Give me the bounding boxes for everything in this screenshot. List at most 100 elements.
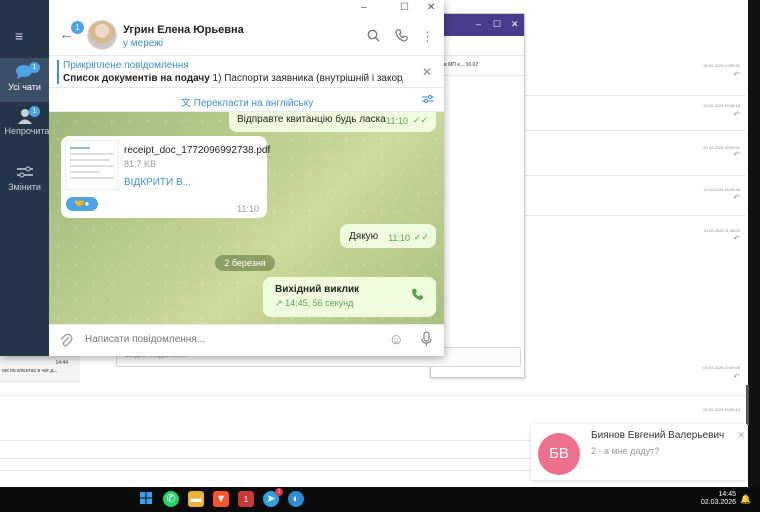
close-icon[interactable]: ✕ [511, 19, 519, 30]
secondary-window-titlebar[interactable]: – ☐ ✕ [431, 14, 524, 36]
chat-header: – ☐ ✕ ← 1 Угрин Елена Юрьевна у мережі ⋮ [49, 0, 444, 56]
call-details: ↗ 14:45, 56 секунд [275, 298, 353, 309]
call-title: Вихідний виклик [275, 284, 360, 295]
clock[interactable]: 14:45 02.03.2026 [700, 491, 736, 507]
windows-start-icon[interactable] [138, 491, 154, 507]
bg-timestamp: 11.02.2026 11:48:02 [703, 228, 740, 233]
pinned-text-rest: 1) Паспорти заявника (внутрішній і закор… [209, 73, 403, 84]
translate-button[interactable]: 文 Перекласти на англійську [181, 94, 313, 109]
outgoing-message[interactable]: Дякую 11:10 ✓✓ [340, 224, 436, 248]
date-separator: 2 березня [215, 255, 275, 271]
pinned-text: Список документів на подачу 1) Паспорти … [63, 73, 403, 84]
read-ticks-icon: ✓✓ [413, 232, 429, 242]
file-thumbnail[interactable] [65, 140, 119, 190]
minimize-icon[interactable]: – [476, 19, 481, 29]
reply-icon[interactable]: ↶ [733, 110, 740, 119]
telegram-badge: 1 [275, 488, 283, 496]
reply-icon[interactable]: ↶ [733, 372, 740, 381]
menu-icon[interactable]: ≡ [15, 28, 31, 44]
composer: ☺ [49, 324, 444, 356]
incoming-file-message[interactable]: receipt_doc_1772096992738.pdf 81.7 KB ВІ… [61, 136, 270, 218]
bg-chat-list-item[interactable]: 14:44 оні по клієнтах в чат д... [0, 356, 80, 382]
telegram-chat: – ☐ ✕ ← 1 Угрин Елена Юрьевна у мережі ⋮… [49, 0, 444, 356]
sidebar-item-edit[interactable]: Змінити [0, 158, 49, 202]
message-text: Відправте квитанцію будь ласка [237, 114, 386, 125]
maximize-icon[interactable]: ☐ [400, 2, 409, 13]
secondary-tab[interactable]: еху в МП е... 10.02 [431, 56, 524, 76]
sidebar-item-unread[interactable]: 1 Непрочитано [0, 102, 60, 146]
message-text: Дякую [349, 231, 379, 242]
contact-name[interactable]: Угрин Елена Юрьевна [123, 24, 244, 36]
message-time: 11:10 [388, 233, 410, 243]
secondary-toolbar: 29 [431, 36, 524, 56]
bg-scrollbar[interactable] [746, 385, 749, 425]
app-badge: 1 [243, 495, 249, 504]
avatar[interactable] [87, 20, 117, 50]
pinned-message[interactable]: Прикріплене повідомлення Список документ… [49, 56, 444, 88]
taskbar: ✆ ▬ ▼ 1 ➤ 1 ◐ 14:45 02.03.2026 🔔 [0, 487, 760, 512]
close-icon[interactable]: ✕ [422, 65, 432, 79]
open-file-link[interactable]: ВІДКРИТИ В... [124, 177, 191, 188]
notification-message: 2 - а мне дадут? [591, 446, 660, 456]
message-input[interactable] [85, 334, 375, 345]
message-time: 11:10 [386, 116, 408, 126]
more-icon[interactable]: ⋮ [421, 29, 434, 45]
sliders-icon [15, 164, 35, 180]
bg-timestamp: 09.02.2026 15:09:04 [703, 365, 740, 370]
notification-toast[interactable]: БВ Биянов Евгений Валерьевич 2 - а мне д… [531, 424, 747, 480]
translate-settings-icon[interactable] [422, 94, 434, 107]
translate-label: Перекласти на англійську [193, 98, 314, 109]
app-icon[interactable]: 1 [238, 491, 254, 507]
notification-sender: Биянов Евгений Валерьевич [591, 430, 725, 441]
telegram-sidebar: ≡ 1 Усі чати 1 Непрочитано Змінити [0, 0, 60, 356]
reply-icon[interactable]: ↶ [733, 234, 740, 243]
close-icon[interactable]: ✕ [737, 430, 745, 441]
outgoing-message[interactable]: Відправте квитанцію будь ласка 11:10 ✓✓ [229, 112, 436, 132]
bg-timestamp: 05.02.2026 15:09:14 [703, 407, 740, 412]
pinned-bar [57, 60, 59, 84]
secondary-window: – ☐ ✕ 29 еху в МП е... 10.02 Введіть пов… [116, 13, 525, 378]
message-area[interactable]: Відправте квитанцію будь ласка 11:10 ✓✓ … [49, 112, 444, 324]
reply-icon[interactable]: ↶ [733, 70, 740, 79]
messenger-icon[interactable]: ◐ [288, 491, 304, 507]
clock-date: 02.03.2026 [700, 499, 736, 506]
sidebar-item-all-chats[interactable]: 1 Усі чати [0, 58, 49, 102]
phone-icon[interactable] [411, 288, 424, 304]
avatar: БВ [538, 433, 580, 475]
reply-icon[interactable]: ↶ [733, 150, 740, 159]
message-time: 11:10 [237, 204, 259, 214]
bg-right-panel [748, 0, 760, 487]
close-icon[interactable]: ✕ [427, 2, 435, 13]
bg-timestamp: 23.02.2026 15:48:16 [703, 103, 740, 108]
pinned-title: Прикріплене повідомлення [63, 60, 189, 71]
reply-icon[interactable]: ↶ [733, 193, 740, 202]
search-icon[interactable] [367, 29, 380, 45]
whatsapp-icon[interactable]: ✆ [163, 491, 179, 507]
contact-status: у мережі [123, 38, 164, 49]
minimize-icon[interactable]: – [361, 2, 367, 13]
unread-badge: 1 [29, 62, 40, 73]
back-badge: 1 [71, 21, 84, 34]
pinned-text-bold: Список документів на подачу [63, 73, 210, 84]
file-explorer-icon[interactable]: ▬ [188, 491, 204, 507]
attach-icon[interactable] [59, 332, 73, 352]
maximize-icon[interactable]: ☐ [493, 19, 501, 30]
translate-icon: 文 [181, 98, 191, 109]
microphone-icon[interactable] [421, 331, 432, 350]
bg-timestamp: 26.02.2026 14:50:52 [703, 63, 740, 68]
translate-bar: 文 Перекласти на англійську [49, 88, 444, 112]
sidebar-item-label: Змінити [8, 182, 41, 192]
brave-browser-icon[interactable]: ▼ [213, 491, 229, 507]
bg-row [0, 395, 746, 396]
telegram-window: ≡ 1 Усі чати 1 Непрочитано Змінити – ☐ ✕ [0, 0, 444, 356]
phone-icon[interactable] [395, 29, 408, 45]
telegram-icon[interactable]: ➤ 1 [263, 488, 283, 507]
bg-timestamp: 13.02.2026 15:08:48 [703, 187, 740, 192]
outgoing-call-message[interactable]: Вихідний виклик ↗ 14:45, 56 секунд [263, 277, 436, 317]
handshake-reaction-icon[interactable]: 🤝● [66, 197, 98, 211]
unread-badge: 1 [29, 106, 40, 117]
bg-item-desc: оні по клієнтах в чат д... [2, 368, 58, 374]
emoji-icon[interactable]: ☺ [389, 331, 404, 348]
sidebar-item-label: Непрочитано [4, 126, 60, 136]
notification-bell-icon[interactable]: 🔔 [740, 494, 751, 505]
